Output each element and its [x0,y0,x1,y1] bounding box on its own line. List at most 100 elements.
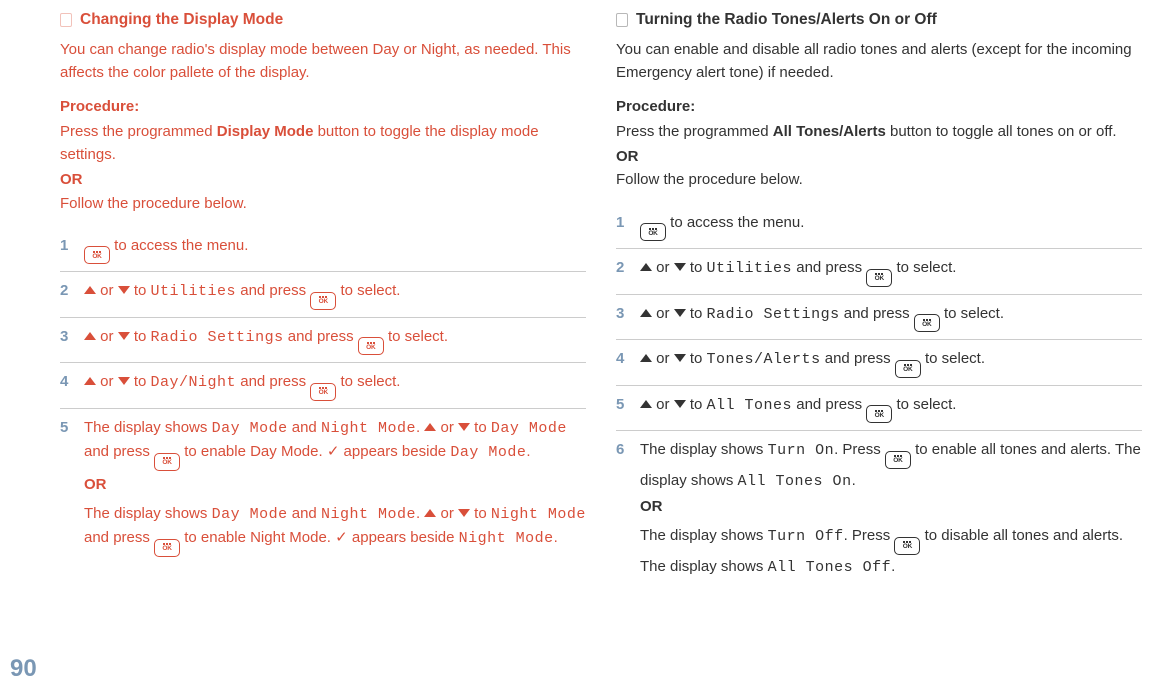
text: to select. [384,328,448,345]
text: or [436,505,458,522]
text: or [652,305,674,322]
text: to [686,259,707,276]
text: to [130,328,151,345]
text: . Press [834,441,885,458]
text: to select. [336,373,400,390]
text: to select. [336,282,400,299]
menu-item: Turn On [768,442,835,459]
step-number: 1 [616,211,630,242]
text: or [652,259,674,276]
text: . [526,443,530,460]
steps-list: 1 OK to access the menu. 2 or to Utiliti… [60,227,586,564]
left-column: Changing the Display Mode You can change… [60,8,586,586]
step-4: 4 or to Day/Night and press OK to select… [60,363,586,409]
text: and press [236,373,310,390]
down-arrow-icon [674,354,686,362]
up-arrow-icon [424,509,436,517]
text: The display shows [640,527,768,544]
text: to [470,505,491,522]
step-number: 5 [616,393,630,424]
procedure-label: Procedure: [616,95,1142,118]
step-6: 6 The display shows Turn On. Press OK to… [616,431,1142,586]
text: . [852,472,856,489]
menu-item: Night Mode [459,530,554,547]
step-5: 5 The display shows Day Mode and Night M… [60,409,586,564]
down-arrow-icon [118,286,130,294]
step-text: or to Radio Settings and press OK to sel… [640,302,1142,333]
text: and press [840,305,914,322]
up-arrow-icon [640,263,652,271]
text: to select. [921,350,985,367]
ok-button-icon: OK [894,537,920,555]
or-label: OR [640,495,1142,518]
text: and press [792,259,866,276]
check-icon: ✓ [327,443,340,460]
down-arrow-icon [458,509,470,517]
text: The display shows [84,505,212,522]
page-number: 90 [10,650,37,687]
step-number: 2 [60,279,74,310]
step-text: or to All Tones and press OK to select. [640,393,1142,424]
text: to select. [892,259,956,276]
steps-list: 1 OK to access the menu. 2 or to Utiliti… [616,204,1142,586]
step-text: or to Radio Settings and press OK to sel… [84,325,586,356]
text: The display shows [84,419,212,436]
text: . [891,558,895,575]
proc-text: Follow the procedure below. [616,171,803,188]
step-1: 1 OK to access the menu. [616,204,1142,250]
heading-text: Turning the Radio Tones/Alerts On or Off [636,8,937,32]
text: . [554,529,558,546]
proc-text: Press the programmed [616,123,773,140]
text: . [416,419,424,436]
down-arrow-icon [674,309,686,317]
ok-button-icon: OK [866,269,892,287]
text: or [96,328,118,345]
step-5: 5 or to All Tones and press OK to select… [616,386,1142,432]
proc-text: Follow the procedure below. [60,195,247,212]
ok-button-icon: OK [358,337,384,355]
ok-button-icon: OK [84,246,110,264]
menu-item: Turn Off [768,528,844,545]
two-column-layout: Changing the Display Mode You can change… [10,0,1162,586]
menu-item: Night Mode [321,506,416,523]
up-arrow-icon [640,354,652,362]
menu-item: Day Mode [491,420,567,437]
step-number: 1 [60,234,74,265]
text: and press [84,443,154,460]
up-arrow-icon [84,286,96,294]
proc-line: Press the programmed Display Mode button… [60,123,539,163]
up-arrow-icon [640,309,652,317]
step-2: 2 or to Utilities and press OK to select… [60,272,586,318]
step-number: 5 [60,416,74,557]
intro-text: You can enable and disable all radio ton… [616,38,1142,85]
procedure-body: Press the programmed Display Mode button… [60,120,586,215]
menu-item: Tones/Alerts [707,351,821,368]
menu-item: All Tones Off [768,559,892,576]
text: or [436,419,458,436]
step-2: 2 or to Utilities and press OK to select… [616,249,1142,295]
text: to [686,305,707,322]
text: to [130,282,151,299]
step-text: OK to access the menu. [84,234,586,265]
step-number: 6 [616,438,630,579]
step-text: or to Utilities and press OK to select. [640,256,1142,287]
proc-bold: All Tones/Alerts [773,123,886,140]
step-number: 3 [60,325,74,356]
text: or [96,373,118,390]
step-number: 4 [60,370,74,401]
ok-button-icon: OK [310,292,336,310]
text: and press [792,396,866,413]
menu-item: Night Mode [321,420,416,437]
text: and press [236,282,310,299]
procedure-label: Procedure: [60,95,586,118]
up-arrow-icon [84,377,96,385]
or-label: OR [60,168,586,191]
or-label: OR [84,473,586,496]
step-sub-block: The display shows Turn Off. Press OK to … [640,524,1142,579]
text: to enable Day Mode. [180,443,327,460]
text: and press [84,529,154,546]
document-icon [616,13,628,27]
up-arrow-icon [640,400,652,408]
section-heading-left: Changing the Display Mode [60,8,586,32]
text: to access the menu. [666,214,804,231]
